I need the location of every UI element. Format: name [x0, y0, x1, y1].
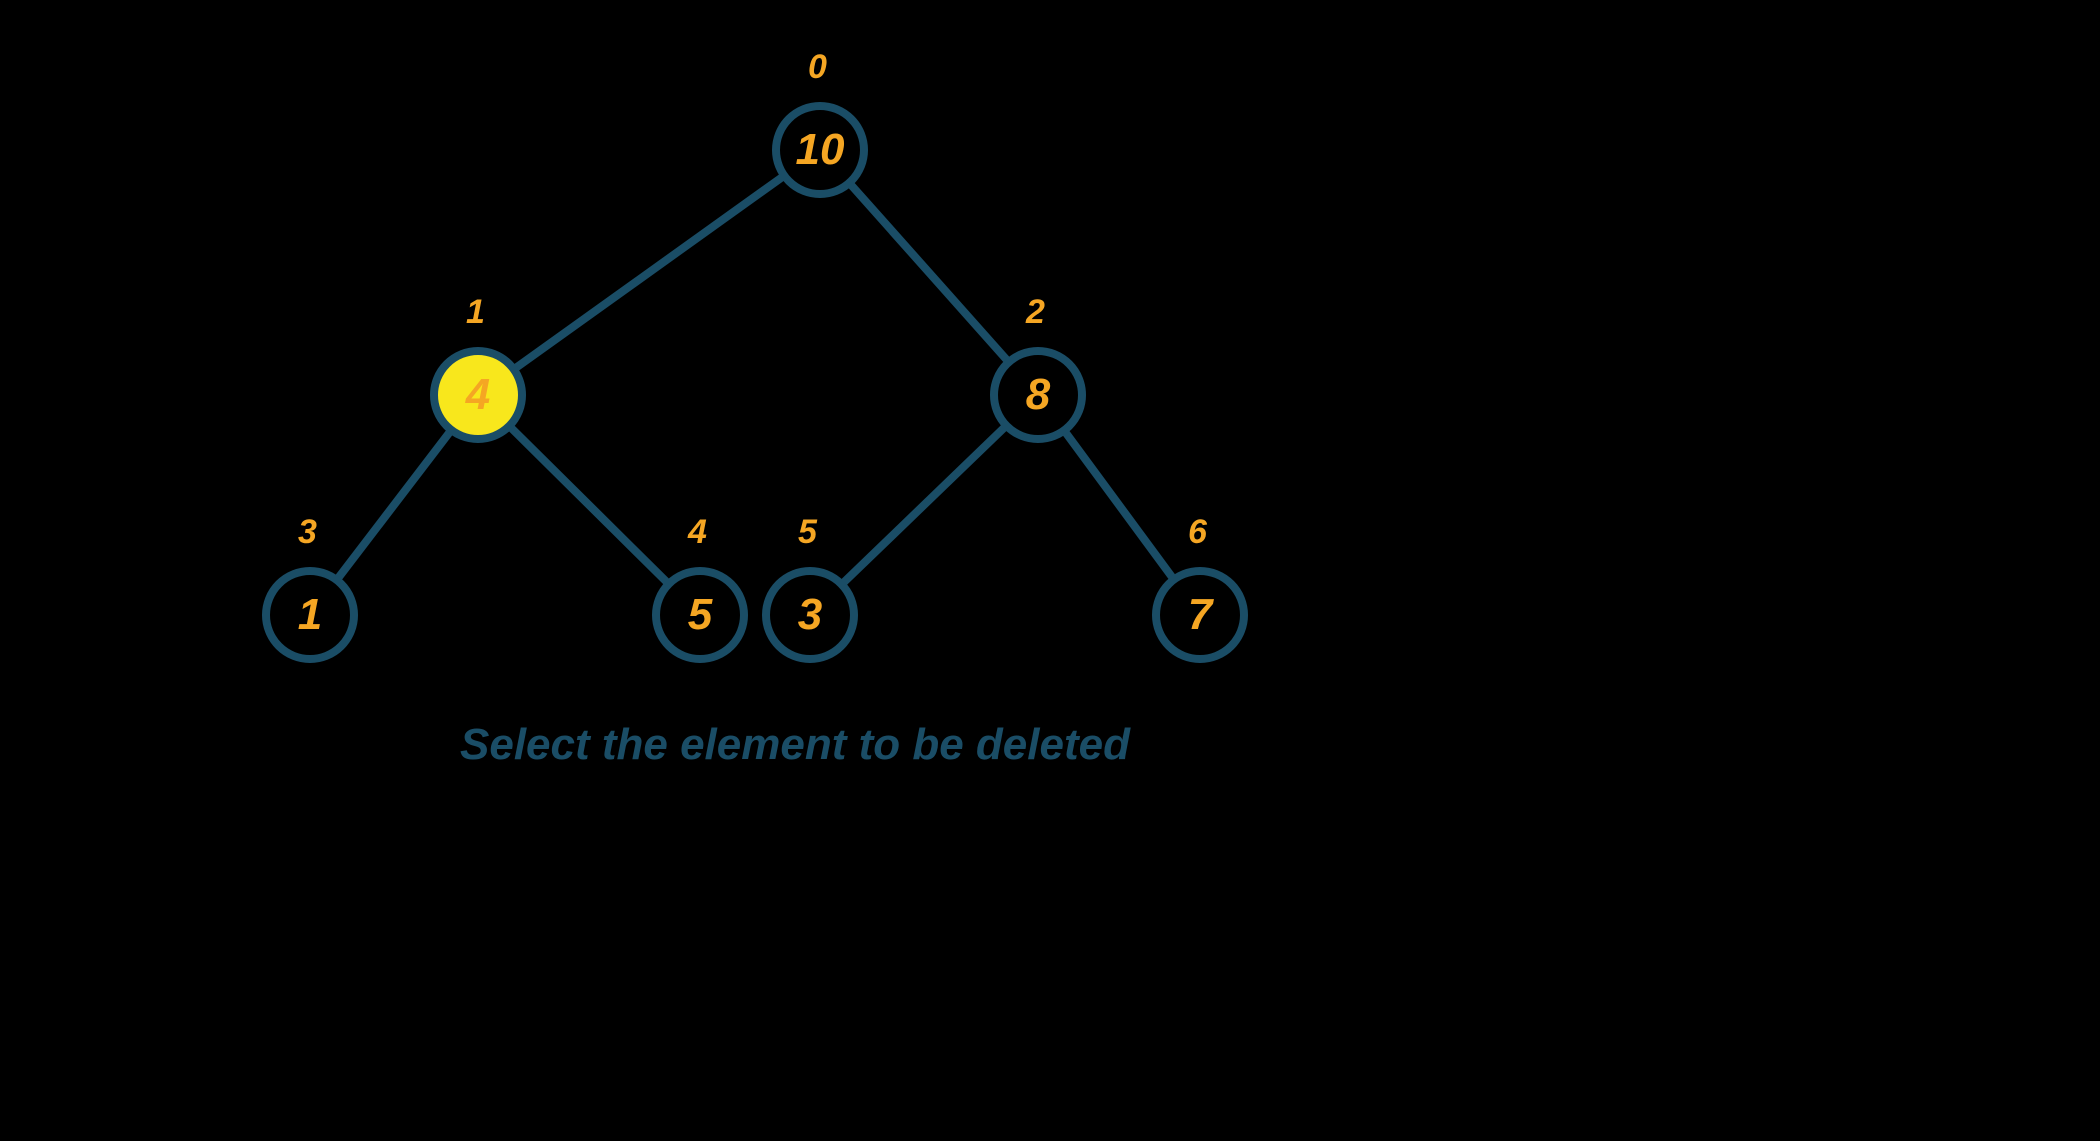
heap-node[interactable]: 4 — [430, 347, 526, 443]
node-index: 2 — [1026, 293, 1045, 332]
heap-node[interactable]: 7 — [1152, 567, 1248, 663]
node-index: 1 — [466, 293, 485, 332]
node-value: 7 — [1188, 590, 1212, 640]
edge — [517, 178, 781, 367]
heap-node[interactable]: 1 — [262, 567, 358, 663]
heap-node[interactable]: 10 — [772, 102, 868, 198]
edge — [852, 186, 1006, 359]
node-index: 5 — [798, 513, 817, 552]
node-value: 8 — [1026, 370, 1050, 420]
edge — [845, 428, 1004, 581]
heap-node[interactable]: 3 — [762, 567, 858, 663]
caption: Select the element to be deleted — [460, 720, 1130, 770]
edge — [1066, 434, 1171, 577]
node-value: 3 — [798, 590, 822, 640]
heap-node[interactable]: 5 — [652, 567, 748, 663]
node-value: 5 — [688, 590, 712, 640]
edges-layer — [0, 0, 1508, 812]
heap-diagram: 0 10 1 4 2 8 3 1 4 5 5 3 6 7 Select the element to be … — [0, 0, 1508, 812]
node-value: 1 — [298, 590, 322, 640]
edge — [339, 433, 449, 577]
node-index: 0 — [808, 48, 827, 87]
node-index: 3 — [298, 513, 317, 552]
node-index: 6 — [1188, 513, 1207, 552]
node-index: 4 — [688, 513, 707, 552]
heap-node[interactable]: 8 — [990, 347, 1086, 443]
edge — [512, 429, 666, 581]
node-value: 10 — [796, 125, 845, 175]
node-value: 4 — [466, 370, 490, 420]
